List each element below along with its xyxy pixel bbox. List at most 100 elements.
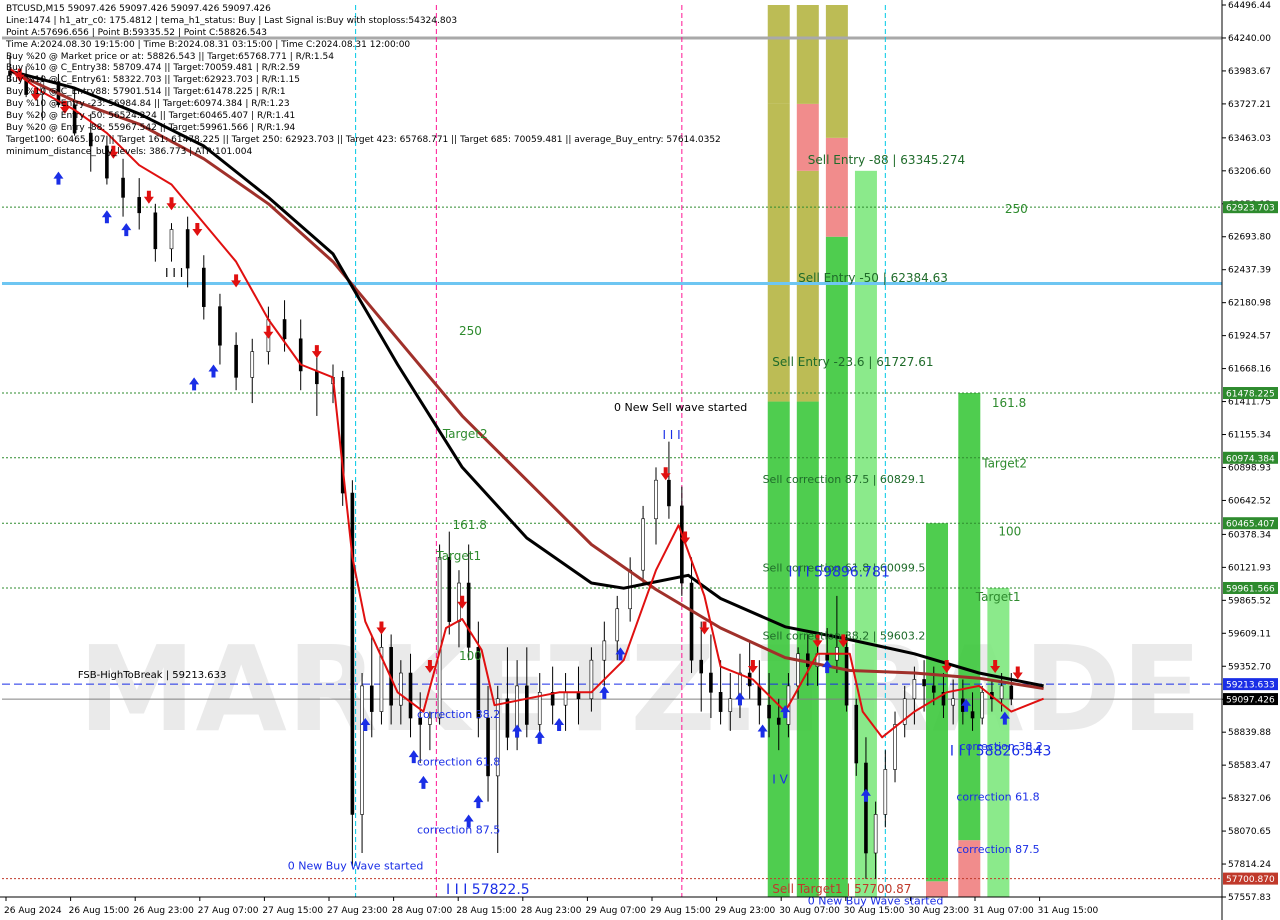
candle-body — [718, 692, 723, 712]
y-tick-label: 58327.06 — [1228, 794, 1271, 804]
y-tick-label: 61155.34 — [1228, 431, 1271, 441]
candle-body — [776, 717, 781, 725]
x-tick-label: 26 Aug 15:00 — [69, 906, 130, 916]
candle-body — [369, 685, 374, 712]
chart-annotation: 161.8 — [453, 518, 487, 532]
y-tick-label: 62437.39 — [1228, 266, 1271, 276]
chart-annotation: Target2 — [981, 456, 1027, 470]
candle-body — [153, 212, 158, 250]
candle-body — [602, 640, 607, 661]
chart-annotation: 250 — [1005, 202, 1028, 216]
candle-body — [447, 557, 452, 622]
x-tick-label: 29 Aug 23:00 — [715, 906, 776, 916]
y-tick-label: 60898.93 — [1228, 463, 1271, 473]
candle-body — [202, 267, 206, 307]
sell-arrow-icon — [231, 274, 242, 288]
zone-bar-segment — [767, 5, 790, 104]
y-tick-label: 59352.70 — [1228, 662, 1271, 672]
candle-body — [282, 319, 287, 340]
candle-body — [980, 692, 985, 719]
x-tick-label: 31 Aug 07:00 — [973, 906, 1034, 916]
info-line: Buy %10 @ C_Entry61: 58322.703 || Target… — [6, 75, 300, 86]
buy-arrow-icon — [101, 210, 112, 224]
y-tick-label: 63727.21 — [1228, 100, 1271, 110]
chart-annotation: Target2 — [442, 427, 488, 441]
candle-body — [185, 229, 190, 269]
chart-annotation: correction 38.2 — [417, 708, 500, 721]
y-tick-label: 58583.47 — [1228, 761, 1271, 771]
chart-window: MARKETZ.TRADE Sell Entry -88 | 63345.274… — [0, 0, 1280, 920]
candle-body — [757, 685, 762, 706]
x-tick-label: 29 Aug 07:00 — [585, 906, 646, 916]
watermark-text: MARKETZ.TRADE — [78, 620, 1202, 758]
chart-annotation: correction 87.5 — [956, 843, 1039, 856]
chart-annotation: Sell correction 38.2 | 59603.2 — [763, 630, 926, 643]
info-line: Point A:57696.656 | Point B:59335.52 | P… — [6, 27, 267, 38]
candle-body — [360, 685, 364, 815]
x-tick-label: 27 Aug 23:00 — [327, 906, 388, 916]
price-badge-label: 59097.426 — [1226, 696, 1275, 706]
candle-body — [315, 370, 319, 385]
x-tick-label: 26 Aug 2024 — [4, 906, 62, 916]
chart-annotation: I I I 58826.543 — [950, 743, 1051, 759]
y-tick-label: 63983.67 — [1228, 67, 1271, 77]
candle-body — [169, 229, 174, 250]
candle-body — [709, 672, 713, 693]
info-line: BTCUSD,M15 59097.426 59097.426 59097.426… — [6, 4, 271, 14]
candle-body — [628, 569, 632, 610]
x-tick-label: 27 Aug 07:00 — [198, 906, 259, 916]
price-badge-label: 60465.407 — [1226, 520, 1275, 530]
candle-body — [1009, 685, 1014, 700]
x-tick-label: 30 Aug 15:00 — [844, 906, 905, 916]
chart-annotation: 0 New Sell wave started — [614, 401, 747, 414]
x-tick-label: 30 Aug 23:00 — [908, 906, 969, 916]
y-tick-label: 59609.11 — [1228, 629, 1271, 639]
zone-bar-segment — [796, 5, 819, 104]
candle-body — [641, 518, 645, 571]
chart-annotation: Sell correction 87.5 | 60829.1 — [763, 473, 926, 486]
candle-body — [883, 769, 888, 815]
y-tick-label: 58070.65 — [1228, 827, 1271, 837]
price-badge-label: 62923.703 — [1226, 204, 1275, 214]
y-tick-label: 60642.52 — [1228, 496, 1271, 506]
y-tick-label: 62180.98 — [1228, 299, 1271, 309]
y-tick-label: 58839.88 — [1228, 728, 1271, 738]
indicator-info-panel: BTCUSD,M15 59097.426 59097.426 59097.426… — [6, 4, 721, 159]
info-line: Buy %10 @ C_Entry38: 58709.474 || Target… — [6, 63, 300, 74]
chart-annotation: Target1 — [435, 549, 481, 563]
chart-annotation: 0 New Buy Wave started — [288, 860, 424, 873]
candle-body — [298, 338, 303, 372]
candle-body — [931, 685, 936, 693]
y-tick-label: 60378.34 — [1228, 530, 1271, 540]
x-tick-label: 27 Aug 15:00 — [262, 906, 323, 916]
y-tick-label: 63463.03 — [1228, 134, 1271, 144]
sell-arrow-icon — [311, 345, 322, 359]
candle-body — [466, 582, 471, 648]
info-line: Time A:2024.08.30 19:15:00 | Time B:2024… — [6, 39, 411, 50]
x-tick-label: 31 Aug 15:00 — [1038, 906, 1099, 916]
candle-body — [524, 685, 529, 725]
info-line: Buy %20 @ Entry -50: 56524.224 || Target… — [6, 111, 296, 122]
price-badge-label: 59961.566 — [1226, 584, 1275, 594]
candle-body — [437, 557, 442, 719]
candle-body — [399, 672, 403, 706]
price-badge-label: 61478.225 — [1226, 390, 1275, 400]
x-tick-label: 30 Aug 07:00 — [779, 906, 840, 916]
y-tick-label: 57557.83 — [1228, 893, 1271, 903]
x-tick-label: 29 Aug 15:00 — [650, 906, 711, 916]
buy-arrow-icon — [121, 223, 132, 237]
candle-body — [728, 698, 733, 712]
chart-annotation: Target1 — [975, 590, 1021, 604]
candle-body — [806, 653, 810, 667]
candle-body — [250, 351, 255, 378]
chart-annotation: correction 87.5 — [417, 824, 500, 837]
y-tick-label: 64240.00 — [1228, 34, 1271, 44]
y-tick-label: 61668.16 — [1228, 365, 1271, 375]
candle-body — [408, 672, 413, 719]
x-tick-label: 28 Aug 07:00 — [392, 906, 453, 916]
candle-body — [699, 659, 704, 674]
chart-annotation: I V — [772, 773, 788, 787]
y-tick-label: 57814.24 — [1228, 860, 1271, 870]
chart-annotation: Sell Entry -23.6 | 61727.61 — [772, 355, 933, 369]
candle-body — [912, 679, 917, 700]
